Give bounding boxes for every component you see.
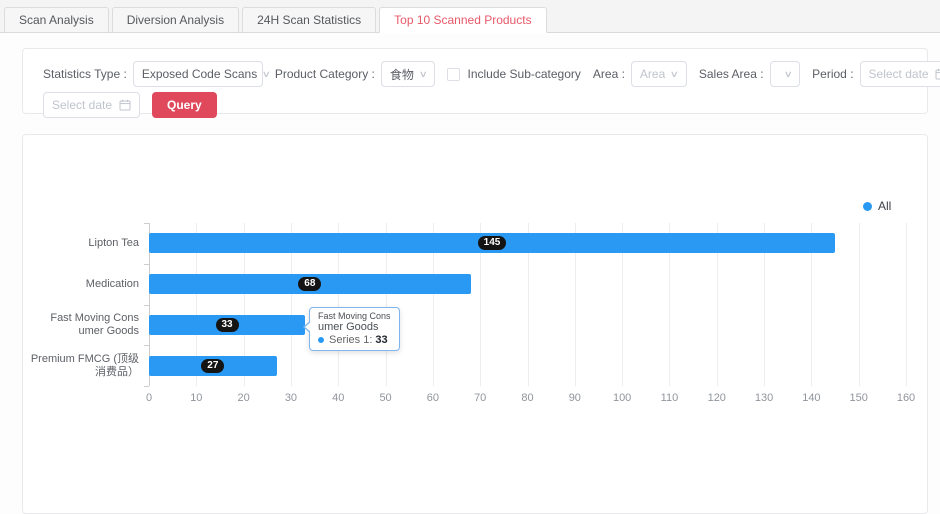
x-axis-labels: 0102030405060708090100110120130140150160 <box>149 392 906 406</box>
calendar-icon <box>119 99 131 111</box>
statistics-type-select[interactable]: Exposed Code Scans ∨ <box>133 61 263 87</box>
y-axis-tick <box>144 386 149 387</box>
legend-dot-icon <box>863 202 872 211</box>
tab-diversion-analysis[interactable]: Diversion Analysis <box>112 7 239 33</box>
x-axis-tick-label: 140 <box>802 392 820 404</box>
x-axis-tick-label: 110 <box>661 392 679 404</box>
tab-24h-scan-statistics[interactable]: 24H Scan Statistics <box>242 7 376 33</box>
x-axis-tick-label: 90 <box>569 392 581 404</box>
x-axis-tick-label: 10 <box>190 392 202 404</box>
bar-premium-fmcg[interactable]: 27 <box>149 356 277 376</box>
category-label-premium-fmcg: Premium FMCG (顶级消费品） <box>23 345 139 386</box>
x-axis-tick-label: 80 <box>521 392 533 404</box>
x-axis-tick-label: 40 <box>332 392 344 404</box>
sales-area-label: Sales Area : <box>699 67 764 81</box>
chart-panel: All Lipton TeaMedicationFast Moving Cons… <box>22 134 928 514</box>
period-label: Period : <box>812 67 853 81</box>
tab-bar: Scan AnalysisDiversion Analysis24H Scan … <box>0 0 940 33</box>
product-category-label: Product Category : <box>275 67 375 81</box>
chevron-down-icon: ∨ <box>262 69 271 80</box>
chevron-down-icon: ∨ <box>670 69 679 80</box>
x-axis-tick-label: 0 <box>146 392 152 404</box>
x-axis-tick-label: 100 <box>613 392 631 404</box>
tooltip-category-line1: Fast Moving Cons <box>318 311 391 321</box>
gridline <box>906 223 907 386</box>
legend-label: All <box>878 199 891 213</box>
tooltip-arrow-icon <box>305 322 311 332</box>
x-axis-tick-label: 120 <box>708 392 726 404</box>
include-subcategory-checkbox[interactable] <box>447 68 460 81</box>
query-button[interactable]: Query <box>152 92 217 118</box>
x-axis-tick-label: 50 <box>379 392 391 404</box>
include-subcategory-label: Include Sub-category <box>467 67 580 81</box>
chart-band: 33 <box>149 305 906 346</box>
tooltip-series-value: 33 <box>375 334 387 346</box>
period-end-input[interactable]: Select date <box>43 92 140 118</box>
bar-value-label: 33 <box>216 318 239 332</box>
tooltip-series-row: Series 1: 33 <box>318 334 391 346</box>
filter-row-1: Statistics Type : Exposed Code Scans ∨ P… <box>43 61 919 87</box>
x-axis-tick-label: 70 <box>474 392 486 404</box>
bar-lipton-tea[interactable]: 145 <box>149 233 835 253</box>
filter-panel: Statistics Type : Exposed Code Scans ∨ P… <box>22 48 928 114</box>
area-placeholder: Area <box>640 67 665 81</box>
area-label: Area : <box>593 67 625 81</box>
bar-value-label: 145 <box>478 236 507 250</box>
period-start-placeholder: Select date <box>869 67 929 81</box>
chevron-down-icon: ∨ <box>419 69 428 80</box>
x-axis-tick-label: 20 <box>238 392 250 404</box>
tab-scan-analysis[interactable]: Scan Analysis <box>4 7 109 33</box>
category-label-medication: Medication <box>23 264 139 305</box>
period-start-input[interactable]: Select date <box>860 61 940 87</box>
sales-area-select[interactable]: ∨ <box>770 61 801 87</box>
x-axis-tick-label: 160 <box>897 392 915 404</box>
category-label-lipton-tea: Lipton Tea <box>23 223 139 264</box>
legend-item-all[interactable]: All <box>863 199 891 213</box>
calendar-icon <box>935 68 940 80</box>
series-dot-icon <box>318 337 324 343</box>
chart-band: 27 <box>149 345 906 386</box>
tooltip-series-label: Series 1: <box>329 334 372 346</box>
area-select[interactable]: Area ∨ <box>631 61 687 87</box>
bar-medication[interactable]: 68 <box>149 274 471 294</box>
product-category-value: 食物 <box>390 66 414 83</box>
x-axis-tick-label: 30 <box>285 392 297 404</box>
plot-area: Fast Moving Cons umer Goods Series 1: 33… <box>149 223 906 386</box>
x-axis-tick-label: 150 <box>850 392 868 404</box>
bar-value-label: 27 <box>201 359 224 373</box>
category-label-fast-moving-consumer-goods: Fast Moving Consumer Goods <box>23 305 139 346</box>
x-axis-tick-label: 130 <box>755 392 773 404</box>
chevron-down-icon: ∨ <box>783 69 792 80</box>
y-axis-labels: Lipton TeaMedicationFast Moving Consumer… <box>23 223 139 386</box>
x-axis-tick-label: 60 <box>427 392 439 404</box>
bar-value-label: 68 <box>298 277 321 291</box>
chart-band: 68 <box>149 264 906 305</box>
chart-band: 145 <box>149 223 906 264</box>
product-category-select[interactable]: 食物 ∨ <box>381 61 436 87</box>
filter-row-2: Select date Query <box>43 92 919 118</box>
chart-tooltip: Fast Moving Cons umer Goods Series 1: 33 <box>309 307 400 351</box>
period-end-placeholder: Select date <box>52 98 112 112</box>
tab-top-10-scanned-products[interactable]: Top 10 Scanned Products <box>379 7 546 33</box>
statistics-type-value: Exposed Code Scans <box>142 67 257 81</box>
tooltip-category-line2: umer Goods <box>318 321 391 333</box>
bar-fast-moving-consumer-goods[interactable]: 33 <box>149 315 305 335</box>
statistics-type-label: Statistics Type : <box>43 67 127 81</box>
